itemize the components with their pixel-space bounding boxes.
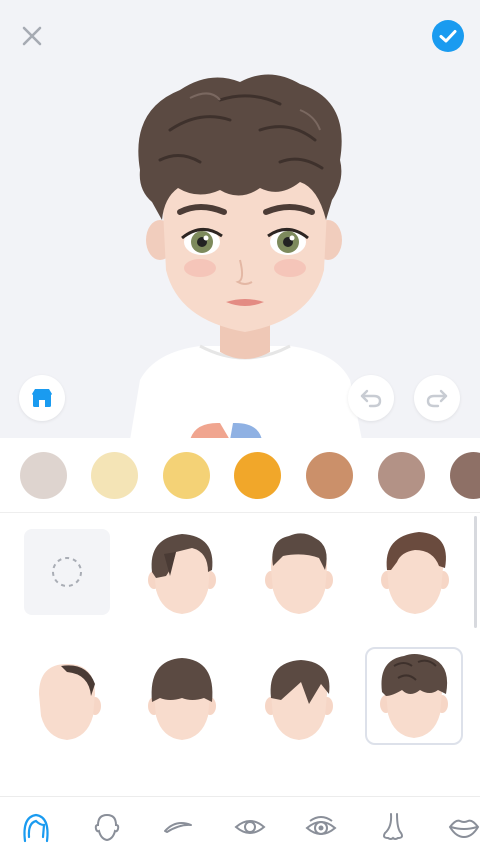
hair-style-grid	[0, 513, 480, 796]
nav-face-shape[interactable]	[85, 805, 129, 849]
hair-color-swatch[interactable]	[378, 452, 425, 499]
hair-color-swatch[interactable]	[20, 452, 67, 499]
nav-eye-detail[interactable]	[299, 805, 343, 849]
hair-style-side-fringe[interactable]	[250, 649, 348, 747]
scrollbar[interactable]	[474, 516, 477, 628]
hair-style-thumb	[39, 664, 101, 740]
nav-nose[interactable]	[371, 805, 415, 849]
check-circle-icon	[432, 20, 464, 52]
hair-style-thumb	[380, 654, 448, 738]
confirm-button[interactable]	[430, 18, 466, 54]
hair-style-messy-curly[interactable]	[365, 647, 463, 745]
hair-style-partial[interactable]	[133, 775, 231, 796]
hair-color-swatch[interactable]	[91, 452, 138, 499]
hair-color-swatch[interactable]	[234, 452, 281, 499]
close-icon	[22, 26, 42, 46]
hair-style-short-crop[interactable]	[250, 523, 348, 621]
redo-icon	[426, 389, 448, 408]
avatar-figure	[130, 74, 362, 438]
hair-style-thumb	[148, 534, 216, 614]
eyebrow-icon	[164, 822, 192, 833]
nav-eyes[interactable]	[228, 805, 272, 849]
undo-button[interactable]	[348, 375, 394, 421]
hair-color-swatch[interactable]	[306, 452, 353, 499]
hair-style-side-swept-quiff[interactable]	[366, 523, 464, 621]
hair-style-thumb	[148, 658, 216, 740]
hair-style-bowl-cut[interactable]	[133, 649, 231, 747]
hair-style-thumb	[265, 533, 333, 614]
no-style-icon	[52, 557, 82, 587]
eye-icon	[234, 820, 266, 834]
lips-icon	[448, 819, 480, 839]
hair-style-partial[interactable]	[250, 775, 348, 796]
face-shape-icon	[94, 813, 120, 842]
undo-icon	[360, 389, 382, 408]
bottom-nav	[0, 796, 480, 854]
redo-button[interactable]	[414, 375, 460, 421]
store-icon	[32, 389, 52, 407]
nose-icon	[383, 813, 403, 840]
hair-color-swatch[interactable]	[163, 452, 210, 499]
hair-style-buzz-cut[interactable]	[18, 649, 116, 747]
avatar-preview	[0, 0, 480, 438]
hair-style-thumb	[381, 532, 449, 614]
avatar-editor-screen	[0, 0, 480, 854]
nav-eyebrows[interactable]	[156, 805, 200, 849]
hair-style-partial[interactable]	[18, 775, 116, 796]
hair-color-swatch[interactable]	[450, 452, 480, 499]
hair-style-partial[interactable]	[366, 775, 464, 796]
eye-detail-icon	[305, 816, 337, 835]
store-button[interactable]	[19, 375, 65, 421]
close-button[interactable]	[14, 18, 50, 54]
hair-style-thumb	[265, 660, 333, 740]
nav-lips[interactable]	[442, 805, 480, 849]
hair-icon	[23, 813, 49, 843]
nav-hair[interactable]	[14, 805, 58, 849]
hair-style-side-part-long-bangs[interactable]	[133, 523, 231, 621]
hair-style-none[interactable]	[24, 529, 110, 615]
hair-color-picker	[0, 438, 480, 512]
